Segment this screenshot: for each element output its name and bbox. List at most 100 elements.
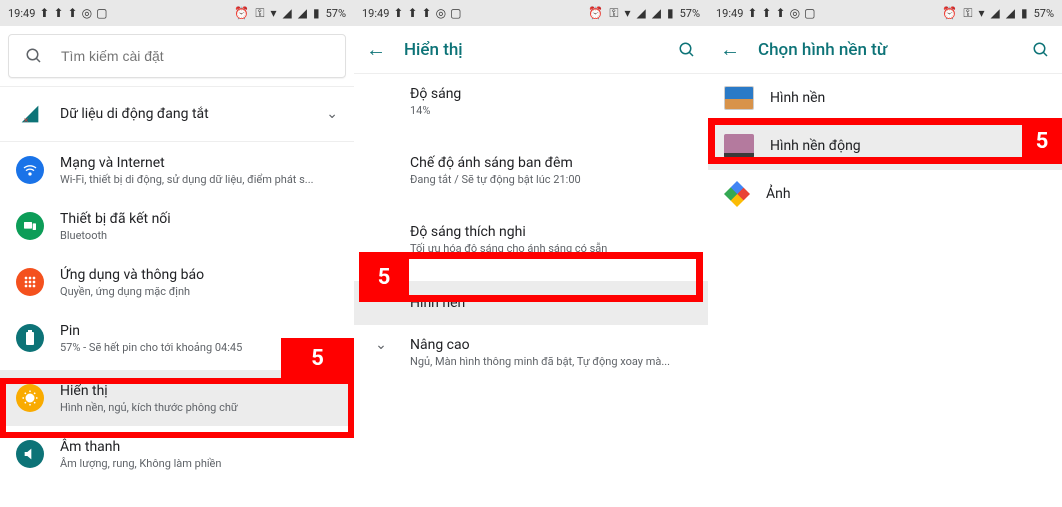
row-title: Thiết bị đã kết nối	[60, 211, 171, 227]
wifi-icon: ▾	[270, 7, 276, 19]
row-wallpaper[interactable]: Hình nền	[354, 281, 708, 325]
row-sub: Âm lượng, rung, Không làm phiền	[60, 457, 221, 470]
row-adaptive[interactable]: Độ sáng thích nghi Tối ưu hóa độ sáng ch…	[354, 212, 708, 267]
chevron-down-icon: ⌄	[370, 337, 392, 353]
row-sub: Bluetooth	[60, 229, 171, 242]
target-icon: ◎	[436, 7, 446, 19]
battery-icon: ▮	[667, 7, 674, 19]
search-button[interactable]	[678, 41, 696, 59]
chevron-down-icon: ⌄	[326, 106, 338, 122]
search-icon	[25, 47, 43, 65]
row-title: Nâng cao	[410, 337, 692, 353]
row-title: Mạng và Internet	[60, 155, 314, 171]
wallpapers-icon	[724, 86, 754, 110]
row-network[interactable]: Mạng và Internet Wi-Fi, thiết bị di động…	[0, 142, 354, 198]
row-brightness[interactable]: Độ sáng 14%	[354, 74, 708, 129]
upload-icon: ⬆	[53, 7, 63, 19]
appbar: ← Hiển thị	[354, 26, 708, 74]
page-title: Hiển thị	[404, 40, 660, 60]
svg-text:✕: ✕	[23, 116, 29, 124]
battery-icon: ▮	[1021, 7, 1028, 19]
upload-icon: ⬆	[422, 7, 432, 19]
upload-icon: ⬆	[393, 7, 403, 19]
status-time: 19:49	[8, 7, 35, 20]
apps-icon	[16, 268, 44, 296]
row-title: Độ sáng thích nghi	[410, 224, 692, 240]
back-button[interactable]: ←	[720, 37, 740, 62]
alarm-icon: ⏰	[942, 7, 957, 19]
row-sub: Wi-Fi, thiết bị di động, sử dụng dữ liệu…	[60, 173, 314, 186]
panel-display: 19:49 ⬆ ⬆ ⬆ ◎ ▢ ⏰ ⚿ ▾ ◢ ◢ ▮ 57% ← Hiển t…	[354, 0, 708, 507]
search-button[interactable]	[1032, 41, 1050, 59]
brightness-icon	[16, 384, 44, 412]
row-title: Chế độ ánh sáng ban đêm	[410, 155, 692, 171]
alarm-icon: ⏰	[588, 7, 603, 19]
upload-icon: ⬆	[407, 7, 417, 19]
photos-icon	[724, 181, 750, 207]
row-photos[interactable]: Ảnh	[708, 170, 1062, 218]
target-icon: ◎	[82, 7, 92, 19]
battery-icon: ▮	[313, 7, 320, 19]
row-title: Ảnh	[766, 186, 791, 202]
battery-text: 57%	[326, 7, 346, 20]
row-advanced[interactable]: ⌄ Nâng cao Ngủ, Màn hình thông minh đã b…	[354, 325, 708, 380]
wifi-icon	[16, 156, 44, 184]
row-title: Hiển thị	[60, 383, 238, 399]
wifi-icon: ▾	[978, 7, 984, 19]
row-sub: Ngủ, Màn hình thông minh đã bật, Tự động…	[410, 355, 690, 368]
data-toggle-row[interactable]: ✕ Dữ liệu di động đang tắt ⌄	[0, 86, 354, 142]
alarm-icon: ⏰	[234, 7, 249, 19]
search-input[interactable]	[61, 48, 329, 64]
vpn-icon: ⚿	[963, 7, 972, 19]
page-title: Chọn hình nền từ	[758, 40, 1014, 60]
signal-icon: ◢	[298, 7, 307, 19]
instagram-icon: ▢	[804, 7, 815, 19]
vpn-icon: ⚿	[255, 7, 264, 19]
panel-wallpaper-source: 19:49 ⬆ ⬆ ⬆ ◎ ▢ ⏰ ⚿ ▾ ◢ ◢ ▮ 57% ← Chọn h…	[708, 0, 1062, 507]
row-title: Hình nền	[770, 90, 825, 106]
row-battery[interactable]: Pin 57% - Sẽ hết pin cho tới khoảng 04:4…	[0, 310, 354, 366]
status-bar: 19:49 ⬆ ⬆ ⬆ ◎ ▢ ⏰ ⚿ ▾ ◢ ◢ ▮ 57%	[708, 0, 1062, 26]
row-sound[interactable]: Âm thanh Âm lượng, rung, Không làm phiền	[0, 426, 354, 482]
status-bar: 19:49 ⬆ ⬆ ⬆ ◎ ▢ ⏰ ⚿ ▾ ◢ ◢ ▮ 57%	[0, 0, 354, 26]
instagram-icon: ▢	[450, 7, 461, 19]
sound-icon	[16, 440, 44, 468]
battery-icon	[16, 324, 44, 352]
wifi-icon: ▾	[624, 7, 630, 19]
devices-icon	[16, 212, 44, 240]
upload-icon: ⬆	[39, 7, 49, 19]
row-title: Pin	[60, 323, 242, 339]
status-time: 19:49	[716, 7, 743, 20]
row-title: Hình nền	[410, 295, 692, 311]
signal-icon: ◢	[991, 7, 1000, 19]
upload-icon: ⬆	[747, 7, 757, 19]
row-title: Độ sáng	[410, 86, 692, 102]
row-sub: Tối ưu hóa độ sáng cho ánh sáng có sẵn	[410, 242, 692, 255]
signal-icon: ◢	[1006, 7, 1015, 19]
upload-icon: ⬆	[761, 7, 771, 19]
row-apps[interactable]: Ứng dụng và thông báo Quyền, ứng dụng mặ…	[0, 254, 354, 310]
target-icon: ◎	[790, 7, 800, 19]
signal-icon: ◢	[652, 7, 661, 19]
upload-icon: ⬆	[68, 7, 78, 19]
row-title: Âm thanh	[60, 439, 221, 455]
battery-text: 57%	[1034, 7, 1054, 20]
row-title: Hình nền động	[770, 138, 861, 154]
back-button[interactable]: ←	[366, 37, 386, 62]
live-wallpapers-icon	[724, 134, 754, 158]
row-sub: Đang tắt / Sẽ tự động bật lúc 21:00	[410, 173, 692, 186]
row-devices[interactable]: Thiết bị đã kết nối Bluetooth	[0, 198, 354, 254]
row-wallpapers[interactable]: Hình nền	[708, 74, 1062, 122]
signal-icon: ◢	[283, 7, 292, 19]
row-title: Ứng dụng và thông báo	[60, 267, 204, 283]
row-live-wallpapers[interactable]: Hình nền động	[708, 122, 1062, 170]
data-off-icon: ✕	[16, 100, 44, 128]
row-sub: 57% - Sẽ hết pin cho tới khoảng 04:45	[60, 341, 242, 354]
status-bar: 19:49 ⬆ ⬆ ⬆ ◎ ▢ ⏰ ⚿ ▾ ◢ ◢ ▮ 57%	[354, 0, 708, 26]
search-box[interactable]	[8, 34, 346, 78]
vpn-icon: ⚿	[609, 7, 618, 19]
battery-text: 57%	[680, 7, 700, 20]
row-nightlight[interactable]: Chế độ ánh sáng ban đêm Đang tắt / Sẽ tự…	[354, 143, 708, 198]
row-sub: Hình nền, ngủ, kích thước phông chữ	[60, 401, 238, 414]
row-display[interactable]: Hiển thị Hình nền, ngủ, kích thước phông…	[0, 370, 354, 426]
